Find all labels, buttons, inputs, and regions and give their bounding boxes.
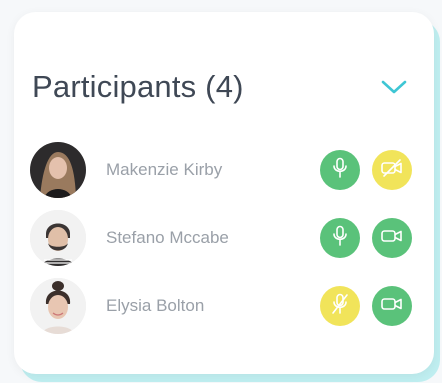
microphone-off-icon <box>330 293 350 320</box>
participant-row: Makenzie Kirby <box>30 136 412 204</box>
camera-icon <box>380 294 404 319</box>
participant-row: Stefano Mccabe <box>30 204 412 272</box>
participant-controls <box>320 150 412 190</box>
participant-name: Makenzie Kirby <box>106 160 223 179</box>
panel-header: Participants (4) <box>32 62 412 112</box>
camera-toggle-button[interactable] <box>372 218 412 258</box>
microphone-icon <box>331 157 349 184</box>
avatar <box>30 210 86 266</box>
mic-toggle-button[interactable] <box>320 218 360 258</box>
participant-controls <box>320 218 412 258</box>
participant-name: Elysia Bolton <box>106 296 205 315</box>
mic-toggle-button[interactable] <box>320 150 360 190</box>
participant-row: Elysia Bolton <box>30 272 412 340</box>
panel-title: Participants (4) <box>32 69 244 104</box>
mic-toggle-button[interactable] <box>320 286 360 326</box>
participant-controls <box>320 286 412 326</box>
camera-off-icon <box>380 158 404 183</box>
avatar <box>30 278 86 334</box>
camera-toggle-button[interactable] <box>372 286 412 326</box>
camera-toggle-button[interactable] <box>372 150 412 190</box>
avatar <box>30 142 86 198</box>
microphone-icon <box>331 225 349 252</box>
participant-list: Makenzie Kirby Stefano Mccabe Elysia Bol… <box>30 136 412 340</box>
chevron-down-icon[interactable] <box>376 69 412 105</box>
participant-name: Stefano Mccabe <box>106 228 229 247</box>
camera-icon <box>380 226 404 251</box>
stage: Participants (4) Makenzie Kirby Stefano … <box>0 0 442 383</box>
